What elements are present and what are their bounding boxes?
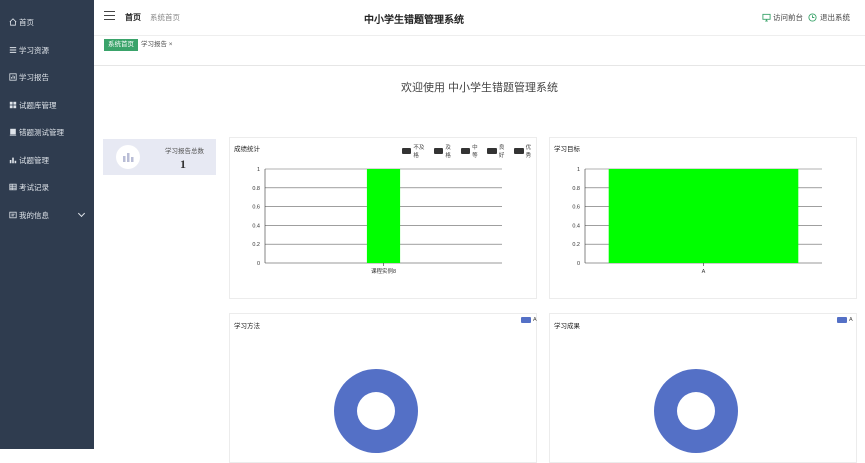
chevron-down-icon[interactable] — [77, 209, 86, 218]
bar — [366, 169, 401, 263]
y-tick-label: 0.6 — [252, 205, 260, 211]
legend-item[interactable]: A — [521, 317, 537, 323]
sidebar-item-label: 考试记录 — [19, 182, 49, 192]
sidebar-item-label: 试题库管理 — [19, 100, 57, 110]
y-tick-label: 0 — [577, 261, 580, 267]
clock-icon — [808, 13, 817, 22]
visit-frontend-label: 访问前台 — [773, 13, 803, 22]
chart-legend: A — [832, 317, 853, 323]
result-pie-chart — [654, 369, 738, 453]
monitor-icon — [762, 13, 771, 22]
sidebar-item-label: 错题测试管理 — [19, 127, 64, 137]
sidebar-item-label: 试题管理 — [19, 155, 49, 165]
y-tick-label: 0.6 — [572, 205, 580, 211]
grid-icon — [9, 101, 17, 109]
sidebar-item-exam-records[interactable]: 考试记录 — [0, 178, 94, 196]
sidebar-item-wrong-tests[interactable]: 错题测试管理 — [0, 123, 94, 141]
sidebar-item-my-info[interactable]: 我的信息 — [0, 206, 94, 224]
chart-legend: A — [516, 317, 537, 323]
y-tick-label: 0.4 — [252, 223, 260, 229]
bar-chart-icon — [123, 153, 134, 162]
y-tick-label: 1 — [577, 167, 580, 173]
chart-title: 学习目标 — [554, 146, 580, 153]
pie-slice — [334, 369, 418, 453]
stat-icon-circle — [116, 145, 140, 169]
bar-chart-icon — [9, 157, 17, 164]
y-tick-label: 1 — [257, 167, 260, 173]
study-goal-panel: 学习目标 0 0.2 0.4 0.6 0.8 1 A — [549, 137, 857, 299]
visit-frontend-link[interactable]: 访问前台 — [762, 12, 803, 23]
stat-value: 1 — [180, 157, 186, 171]
tab-system-home[interactable]: 系统首页 — [104, 39, 138, 51]
user-card-icon — [9, 211, 17, 219]
bar — [608, 169, 799, 263]
sidebar-item-label: 学习资源 — [19, 45, 49, 55]
chart-title: 成绩统计 — [234, 146, 260, 153]
stat-label: 学习报告总数 — [165, 148, 204, 155]
sidebar-item-reports[interactable]: 学习报告 — [0, 68, 94, 86]
welcome-heading: 欢迎使用 中小学生错题管理系统 — [400, 82, 559, 94]
sidebar: 首页 学习资源 学习报告 试题库管理 错题测试管理 试题管理 考试记录 我的信息 — [0, 0, 94, 449]
sidebar-item-home[interactable]: 首页 — [0, 13, 94, 31]
y-tick-label: 0.4 — [572, 223, 580, 229]
stat-card: 学习报告总数 1 — [103, 139, 216, 175]
y-tick-label: 0.8 — [572, 186, 580, 192]
score-bar-chart: 0 0.2 0.4 0.6 0.8 1 课程实例8 — [252, 167, 502, 275]
sidebar-item-label: 学习报告 — [19, 72, 49, 82]
sidebar-item-label: 我的信息 — [19, 210, 49, 220]
test-icon — [9, 128, 17, 136]
study-method-panel: 学习方法 A — [229, 313, 537, 463]
menu-toggle-icon[interactable] — [104, 11, 115, 21]
page-title: 中小学生错题管理系统 — [364, 15, 464, 26]
score-stats-panel: 成绩统计 不及格 及格 中等 良好 优秀 0 0.2 0.4 0.6 0.8 1 课程实例8 — [229, 137, 537, 299]
y-tick-label: 0.2 — [252, 242, 260, 248]
sidebar-item-resources[interactable]: 学习资源 — [0, 41, 94, 59]
sidebar-item-questions[interactable]: 试题管理 — [0, 151, 94, 169]
logout-label: 退出系统 — [820, 13, 850, 22]
sidebar-item-label: 首页 — [19, 17, 34, 27]
x-tick-label: A — [702, 269, 706, 275]
tabs-bar: 系统首页 学习报告 × — [94, 36, 865, 54]
study-result-panel: 学习成果 A — [549, 313, 857, 463]
report-icon — [9, 73, 17, 81]
goal-bar-chart: 0 0.2 0.4 0.6 0.8 1 A — [572, 167, 822, 275]
breadcrumb-system-home[interactable]: 系统首页 — [150, 12, 180, 23]
y-tick-label: 0.8 — [252, 186, 260, 192]
legend-item[interactable]: A — [837, 317, 853, 323]
y-tick-label: 0 — [257, 261, 260, 267]
x-tick-label: 课程实例8 — [371, 267, 396, 275]
pie-slice — [654, 369, 738, 453]
logout-link[interactable]: 退出系统 — [808, 12, 850, 23]
list-icon — [9, 47, 17, 53]
top-bar: 首页 系统首页 中小学生错题管理系统 访问前台 退出系统 — [94, 0, 865, 36]
y-tick-label: 0.2 — [572, 242, 580, 248]
breadcrumb-home[interactable]: 首页 — [125, 12, 141, 23]
divider — [94, 65, 865, 66]
home-icon — [9, 18, 17, 26]
table-icon — [9, 183, 17, 191]
sidebar-item-question-bank[interactable]: 试题库管理 — [0, 96, 94, 114]
method-pie-chart — [334, 369, 418, 453]
tab-study-report[interactable]: 学习报告 × — [141, 39, 173, 51]
